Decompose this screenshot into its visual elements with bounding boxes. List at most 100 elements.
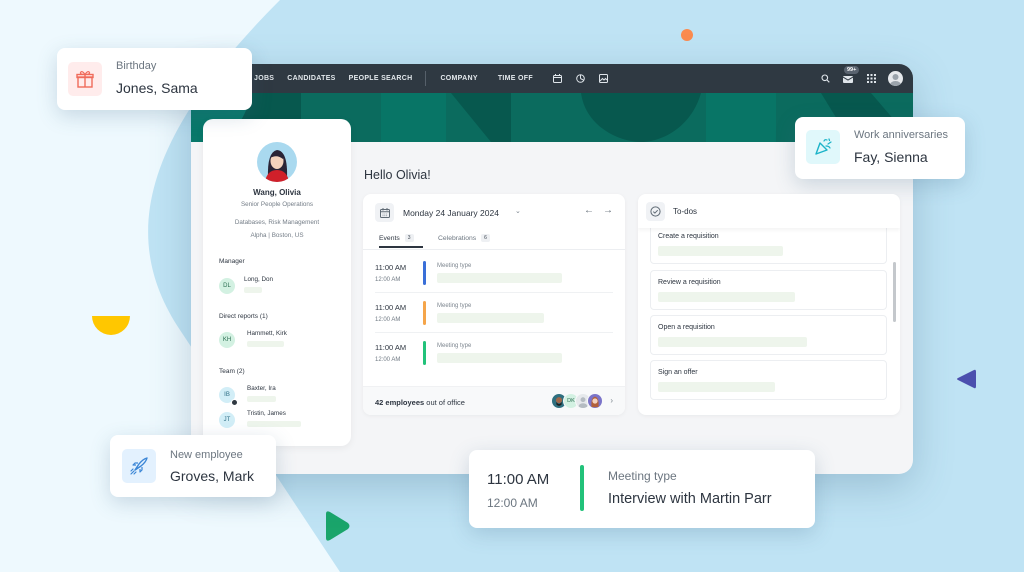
divider	[375, 332, 613, 333]
team-member-name: Baxter, Ira	[247, 385, 276, 392]
nav-candidates[interactable]: CANDIDATES	[287, 75, 335, 82]
gift-icon	[68, 62, 102, 96]
profile-departments: Databases, Risk Management	[234, 219, 320, 226]
manager-name: Long, Don	[244, 276, 274, 283]
calendar-card: Monday 24 January 2024 ⌄ ← → Events 3 Ce…	[363, 194, 625, 415]
profile-avatar	[257, 142, 297, 182]
tab-count: 3	[404, 234, 414, 242]
event-item[interactable]: 11:00 AM 12:00 AM Meeting type	[375, 341, 613, 383]
todos-title: To-dos	[673, 207, 698, 216]
placeholder-bar	[244, 287, 262, 293]
event-start-time: 11:00 AM	[375, 343, 407, 352]
anniversary-name: Fay, Sienna	[854, 149, 928, 165]
out-of-office-row[interactable]: 42 employees out of office DK ›	[363, 386, 625, 415]
event-end-time: 12:00 AM	[375, 277, 401, 283]
birthday-card: Birthday Jones, Sama	[57, 48, 252, 110]
event-type: Meeting type	[437, 343, 472, 349]
out-of-office-suffix: out of office	[424, 398, 465, 407]
date-selector[interactable]: Monday 24 January 2024	[403, 208, 499, 218]
placeholder-bar	[437, 353, 562, 363]
todo-label: Sign an offer	[658, 369, 698, 376]
green-triangle-decoration	[326, 511, 350, 541]
chevron-right-icon[interactable]: ›	[610, 396, 613, 405]
event-end-time: 12:00 AM	[375, 317, 401, 323]
team-member-initials: IB	[219, 387, 238, 406]
profile-name: Wang, Olivia	[253, 188, 301, 197]
out-of-office-avatars: DK	[551, 393, 603, 409]
check-circle-icon	[646, 202, 665, 221]
todo-item[interactable]: Review a requisition	[650, 270, 887, 310]
rocket-icon	[122, 449, 156, 483]
event-color-bar	[423, 341, 426, 365]
tab-events[interactable]: Events 3	[379, 234, 414, 242]
todo-item[interactable]: Open a requisition	[650, 315, 887, 355]
placeholder-bar	[658, 246, 783, 256]
direct-reports-heading: Direct reports (1)	[219, 313, 268, 320]
todo-item[interactable]: Create a requisition	[650, 224, 887, 264]
nav-people-search[interactable]: PEOPLE SEARCH	[349, 75, 413, 82]
todos-header: To-dos	[638, 194, 900, 228]
calendar-icon[interactable]	[553, 74, 563, 84]
search-icon[interactable]	[819, 73, 831, 85]
chevron-down-icon[interactable]: ⌄	[515, 207, 521, 215]
tab-label: Events	[379, 234, 400, 242]
todo-item[interactable]: Sign an offer	[650, 360, 887, 400]
placeholder-bar	[437, 313, 544, 323]
calendar-icon	[375, 203, 394, 222]
meeting-card[interactable]: 11:00 AM 12:00 AM Meeting type Interview…	[469, 450, 815, 528]
chart-icon[interactable]	[576, 74, 586, 84]
team-heading: Team (2)	[219, 368, 245, 375]
party-popper-icon	[806, 130, 840, 164]
event-color-bar	[423, 261, 426, 285]
new-employee-card: New employee Groves, Mark	[110, 435, 276, 497]
inbox-icon[interactable]: 99+	[842, 65, 860, 85]
event-end-time: 12:00 AM	[375, 357, 401, 363]
team-member-item[interactable]: JT Tristin, James	[219, 410, 301, 428]
new-employee-label: New employee	[170, 449, 243, 461]
new-employee-name: Groves, Mark	[170, 468, 255, 484]
birthday-label: Birthday	[116, 60, 157, 72]
direct-report-initials: KH	[219, 332, 235, 348]
divider	[363, 249, 625, 250]
out-of-office-count: 42 employees	[375, 398, 425, 407]
arrow-right-icon[interactable]: →	[603, 205, 613, 216]
todo-label: Create a requisition	[658, 233, 719, 240]
team-member-name: Tristin, James	[247, 410, 286, 417]
scrollbar[interactable]	[893, 262, 896, 322]
gallery-icon[interactable]	[599, 74, 609, 84]
placeholder-bar	[658, 382, 775, 392]
apps-grid-icon[interactable]	[865, 73, 877, 85]
meeting-start-time: 11:00 AM	[487, 471, 550, 488]
nav-jobs[interactable]: JOBS	[254, 75, 274, 82]
team-member-initials: JT	[219, 412, 235, 428]
todos-card: To-dos Create a requisition Review a req…	[638, 194, 900, 415]
initials-text: IB	[224, 392, 230, 398]
profile-card: Wang, Olivia Senior People Operations Da…	[203, 119, 351, 446]
user-avatar[interactable]	[888, 71, 903, 86]
nav-company[interactable]: COMPANY	[440, 75, 477, 82]
placeholder-bar	[247, 341, 284, 347]
greeting-heading: Hello Olivia!	[364, 168, 431, 182]
purple-triangle-decoration	[957, 369, 976, 389]
placeholder-bar	[658, 337, 807, 347]
birthday-name: Jones, Sama	[116, 80, 198, 96]
event-item[interactable]: 11:00 AM 12:00 AM Meeting type	[375, 301, 613, 343]
team-member-item[interactable]: IB Baxter, Ira	[219, 385, 276, 406]
tab-count: 6	[481, 234, 490, 242]
inbox-badge: 99+	[844, 65, 860, 74]
placeholder-bar	[658, 292, 795, 302]
direct-report-item[interactable]: KH Hammett, Kirk	[219, 330, 287, 348]
todo-label: Review a requisition	[658, 279, 721, 286]
profile-title: Senior People Operations	[240, 201, 314, 208]
todo-label: Open a requisition	[658, 324, 715, 331]
top-navigation-bar: JOBS CANDIDATES PEOPLE SEARCH COMPANY TI…	[191, 64, 913, 93]
event-item[interactable]: 11:00 AM 12:00 AM Meeting type	[375, 261, 613, 303]
active-tab-indicator	[379, 246, 423, 248]
arrow-left-icon[interactable]: ←	[584, 205, 594, 216]
event-type: Meeting type	[437, 303, 472, 309]
direct-report-name: Hammett, Kirk	[247, 330, 287, 337]
tab-celebrations[interactable]: Celebrations 6	[438, 234, 490, 242]
placeholder-bar	[247, 396, 276, 402]
nav-time-off[interactable]: TIME OFF	[498, 75, 533, 82]
manager-item[interactable]: DL Long, Don	[219, 276, 274, 294]
